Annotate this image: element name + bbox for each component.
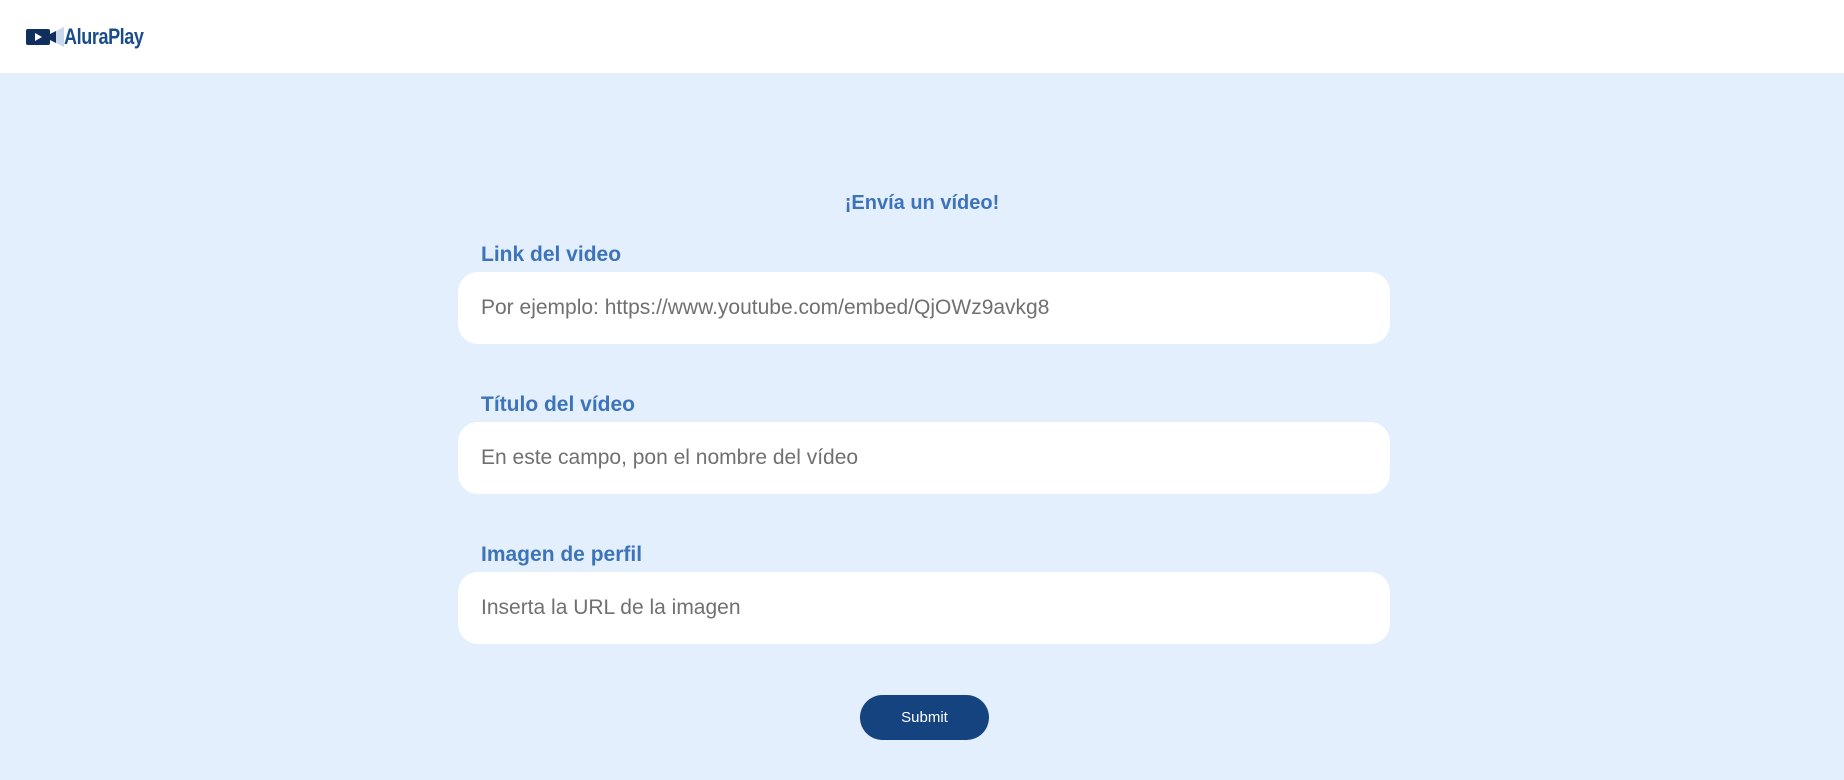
profile-image-label: Imagen de perfil <box>481 543 643 566</box>
form-title: ¡Envía un vídeo! <box>844 192 1000 214</box>
aluraplay-logo[interactable]: AluraPlay <box>26 22 161 52</box>
video-camera-icon <box>26 26 64 48</box>
submit-button[interactable]: Submit <box>860 695 989 740</box>
video-link-label: Link del video <box>481 243 622 266</box>
profile-image-input[interactable] <box>458 572 1390 644</box>
video-title-input[interactable] <box>458 422 1390 494</box>
video-title-label: Título del vídeo <box>481 393 636 416</box>
video-link-input[interactable] <box>458 272 1390 344</box>
logo-text: AluraPlay <box>64 24 144 49</box>
top-header: AluraPlay <box>0 0 1844 73</box>
